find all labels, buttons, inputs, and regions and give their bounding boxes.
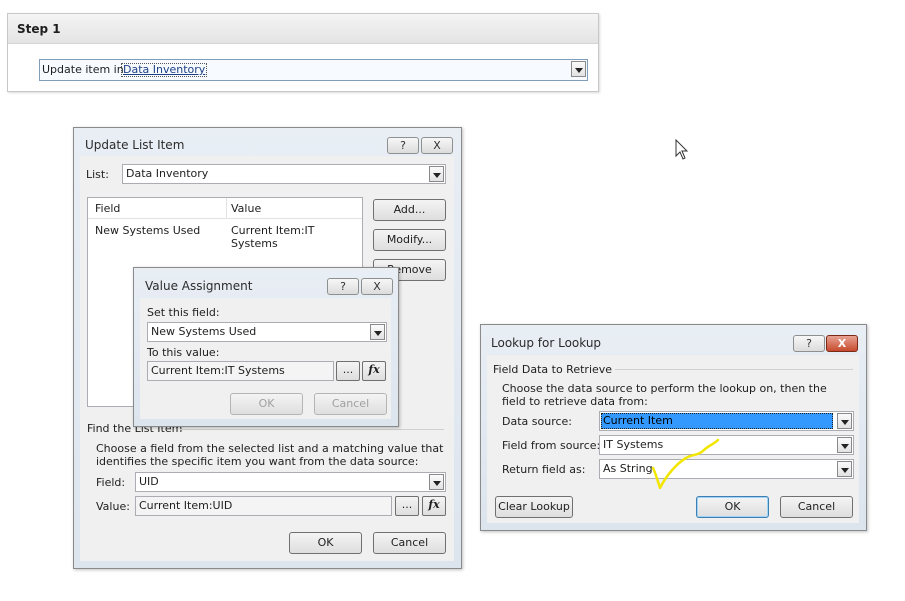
step-header: Step 1 bbox=[8, 14, 598, 44]
data-source-value: Current Item bbox=[603, 414, 673, 427]
section-title: Field Data to Retrieve bbox=[493, 363, 613, 376]
browse-button[interactable]: ... bbox=[336, 361, 360, 381]
find-description: Choose a field from the selected list an… bbox=[96, 442, 444, 468]
grid-header-field: Field bbox=[95, 202, 121, 215]
list-select[interactable]: Data Inventory bbox=[122, 164, 446, 184]
step-title: Step 1 bbox=[17, 22, 61, 36]
grid-header-value: Value bbox=[231, 202, 262, 215]
list-link[interactable]: Data Inventory bbox=[121, 63, 208, 77]
to-value-text: Current Item:IT Systems bbox=[151, 364, 285, 377]
set-field-select[interactable]: New Systems Used bbox=[147, 322, 387, 342]
value-assignment-dialog: Value Assignment ? X Set this field: New… bbox=[133, 267, 399, 427]
dialog-title: Value Assignment bbox=[145, 279, 253, 293]
field-from-source-label: Field from source: bbox=[502, 439, 601, 452]
field-label: Field: bbox=[96, 476, 126, 489]
modify-button[interactable]: Modify... bbox=[373, 229, 446, 251]
clear-lookup-button[interactable]: Clear Lookup bbox=[495, 496, 573, 518]
return-field-label: Return field as: bbox=[502, 463, 586, 476]
formula-button[interactable]: fx bbox=[362, 361, 386, 381]
help-button[interactable]: ? bbox=[327, 278, 359, 295]
list-select-value: Data Inventory bbox=[126, 167, 209, 180]
row-value: Current Item:IT Systems bbox=[231, 224, 315, 250]
data-source-select[interactable]: Current Item bbox=[599, 411, 854, 431]
cursor-icon bbox=[675, 139, 689, 160]
workflow-step-panel: Step 1 Update item in Data Inventory bbox=[7, 13, 599, 92]
dialog-body: Set this field: New Systems Used To this… bbox=[140, 298, 391, 419]
step-action-label: Update item in bbox=[42, 63, 124, 76]
step-action-row[interactable]: Update item in Data Inventory bbox=[39, 59, 588, 81]
dialog-title: Lookup for Lookup bbox=[491, 336, 602, 350]
table-row[interactable]: New Systems Used Current Item:IT Systems bbox=[88, 222, 362, 250]
return-field-value: As String bbox=[603, 462, 653, 475]
add-button[interactable]: Add... bbox=[373, 199, 446, 221]
ok-button[interactable]: OK bbox=[696, 496, 769, 518]
help-button[interactable]: ? bbox=[793, 335, 825, 352]
dialog-title: Update List Item bbox=[85, 138, 185, 152]
chevron-down-icon[interactable] bbox=[837, 437, 852, 453]
data-source-label: Data source: bbox=[502, 415, 572, 428]
checkmark-annotation-icon bbox=[651, 438, 720, 490]
value-field[interactable]: Current Item:UID bbox=[135, 496, 392, 516]
set-field-value: New Systems Used bbox=[151, 325, 257, 338]
cancel-button[interactable]: Cancel bbox=[314, 393, 387, 415]
list-label: List: bbox=[86, 168, 109, 181]
chevron-down-icon[interactable] bbox=[837, 461, 852, 477]
ok-button[interactable]: OK bbox=[230, 393, 303, 415]
help-button[interactable]: ? bbox=[387, 137, 419, 154]
browse-button[interactable]: ... bbox=[395, 496, 419, 516]
cancel-button[interactable]: Cancel bbox=[780, 496, 853, 518]
close-button[interactable]: X bbox=[826, 335, 858, 352]
value-label: Value: bbox=[96, 500, 130, 513]
grid-divider bbox=[226, 198, 227, 218]
chevron-down-icon[interactable] bbox=[370, 324, 385, 340]
field-select[interactable]: UID bbox=[135, 472, 446, 492]
close-button[interactable]: X bbox=[361, 278, 393, 295]
return-field-select[interactable]: As String bbox=[599, 459, 854, 479]
separator bbox=[615, 369, 853, 370]
close-button[interactable]: X bbox=[421, 137, 453, 154]
ok-button[interactable]: OK bbox=[289, 532, 362, 554]
chevron-down-icon[interactable] bbox=[571, 61, 586, 77]
field-from-source-select[interactable]: IT Systems bbox=[599, 435, 854, 455]
lookup-description: Choose the data source to perform the lo… bbox=[502, 382, 827, 408]
to-value-field[interactable]: Current Item:IT Systems bbox=[147, 361, 334, 381]
field-select-value: UID bbox=[139, 475, 159, 488]
formula-button[interactable]: fx bbox=[422, 496, 446, 516]
grid-header: Field Value bbox=[88, 198, 362, 219]
set-field-label: Set this field: bbox=[147, 306, 220, 319]
chevron-down-icon[interactable] bbox=[429, 474, 444, 490]
cancel-button[interactable]: Cancel bbox=[373, 532, 446, 554]
row-field: New Systems Used bbox=[95, 224, 201, 237]
lookup-dialog: Lookup for Lookup ? X Field Data to Retr… bbox=[480, 324, 867, 531]
chevron-down-icon[interactable] bbox=[837, 413, 852, 429]
value-field-text: Current Item:UID bbox=[139, 499, 233, 512]
separator bbox=[180, 429, 444, 430]
chevron-down-icon[interactable] bbox=[429, 166, 444, 182]
to-value-label: To this value: bbox=[147, 346, 220, 359]
